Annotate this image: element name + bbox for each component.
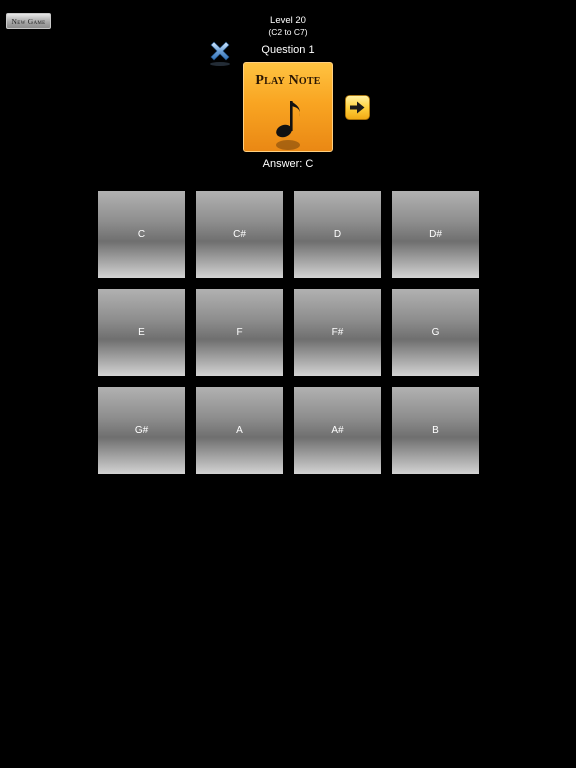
close-x-icon[interactable] <box>205 37 235 67</box>
music-note-icon <box>276 101 300 150</box>
play-note-button[interactable]: Play Note <box>243 62 333 152</box>
play-note-label: Play Note <box>255 73 321 88</box>
level-title: Level 20 <box>270 15 306 26</box>
note-button-c-sharp[interactable]: C# <box>196 191 283 278</box>
note-button-b[interactable]: B <box>392 387 479 474</box>
question-counter: Question 1 <box>261 44 315 56</box>
note-button-g-sharp[interactable]: G# <box>98 387 185 474</box>
level-range: (C2 to C7) <box>268 27 308 37</box>
note-button-a[interactable]: A <box>196 387 283 474</box>
note-button-f[interactable]: F <box>196 289 283 376</box>
note-button-f-sharp[interactable]: F# <box>294 289 381 376</box>
note-buttons-grid: C C# D D# E F F# G G# A A# B <box>98 191 479 474</box>
note-button-d-sharp[interactable]: D# <box>392 191 479 278</box>
new-game-button[interactable]: New Game <box>6 13 51 29</box>
note-button-e[interactable]: E <box>98 289 185 376</box>
answer-text: Answer: C <box>262 158 314 170</box>
next-arrow-button[interactable] <box>345 95 370 120</box>
note-button-a-sharp[interactable]: A# <box>294 387 381 474</box>
note-button-c[interactable]: C <box>98 191 185 278</box>
note-button-d[interactable]: D <box>294 191 381 278</box>
note-button-g[interactable]: G <box>392 289 479 376</box>
